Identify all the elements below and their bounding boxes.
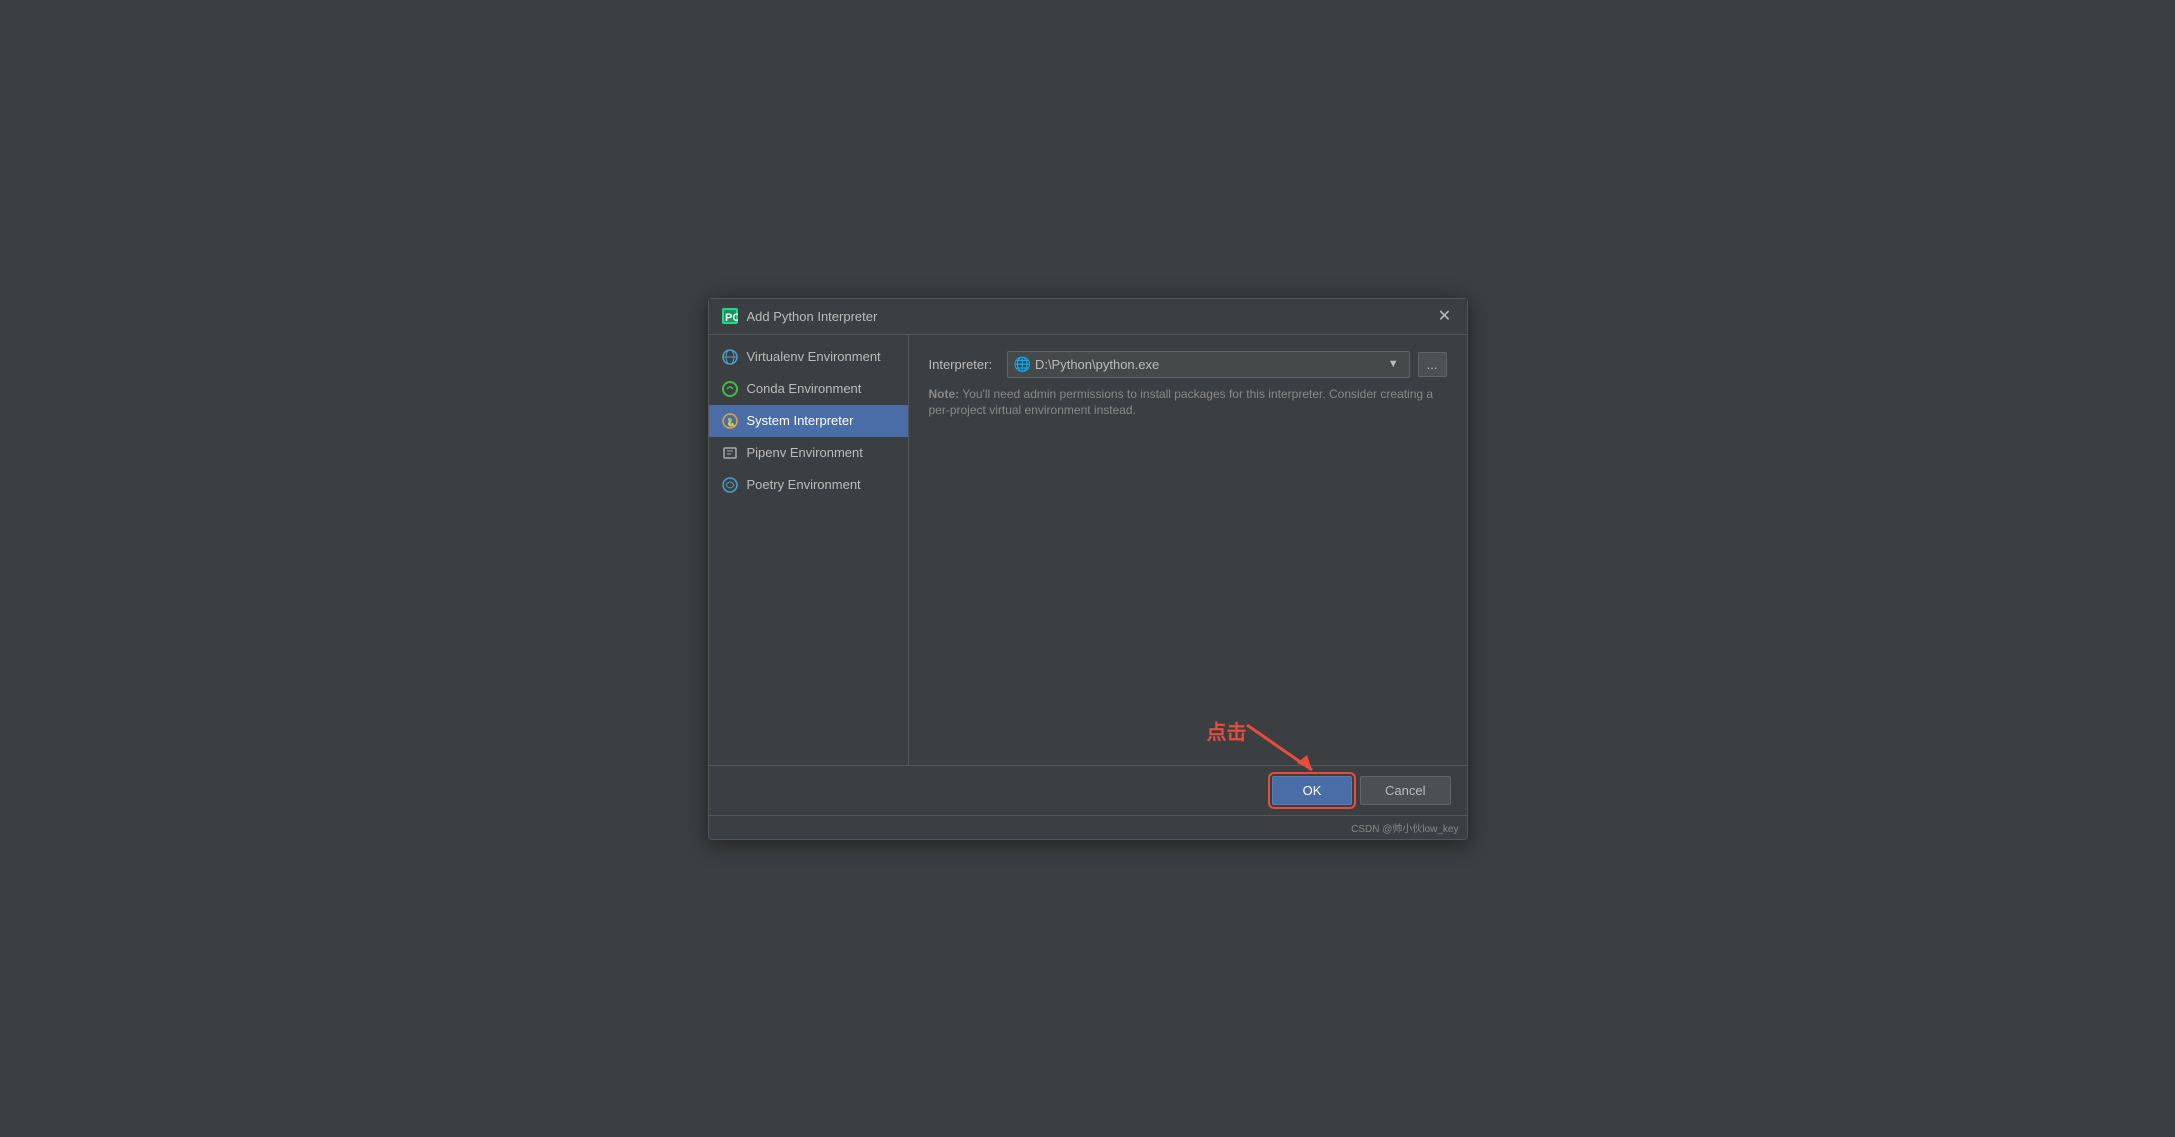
- poetry-icon: [721, 476, 739, 494]
- browse-button[interactable]: ...: [1418, 352, 1447, 377]
- watermark: CSDN @帅小伙low_key: [709, 815, 1467, 839]
- main-content: Interpreter: 🌐 ▼ ... Note: You'll need a…: [909, 335, 1467, 765]
- python-globe-icon: 🌐: [1014, 356, 1031, 373]
- note-content: You'll need admin permissions to install…: [929, 387, 1434, 418]
- note-label: Note:: [929, 387, 960, 401]
- sidebar-item-system[interactable]: 🐍 System Interpreter: [709, 405, 908, 437]
- dialog-footer: 点击 OK Cancel: [709, 765, 1467, 815]
- svg-text:PC: PC: [725, 312, 738, 324]
- add-interpreter-dialog: PC Add Python Interpreter ✕ Virtualenv E…: [708, 298, 1468, 840]
- interpreter-input-wrapper: 🌐 ▼: [1007, 351, 1410, 378]
- dialog-body: Virtualenv Environment Conda Environment: [709, 335, 1467, 765]
- interpreter-label: Interpreter:: [929, 357, 999, 372]
- conda-icon: [721, 380, 739, 398]
- sidebar-item-poetry[interactable]: Poetry Environment: [709, 469, 908, 501]
- sidebar-item-virtualenv[interactable]: Virtualenv Environment: [709, 341, 908, 373]
- conda-label: Conda Environment: [747, 381, 862, 396]
- system-label: System Interpreter: [747, 413, 854, 428]
- virtualenv-label: Virtualenv Environment: [747, 349, 881, 364]
- sidebar: Virtualenv Environment Conda Environment: [709, 335, 909, 765]
- title-bar: PC Add Python Interpreter ✕: [709, 299, 1467, 335]
- interpreter-input[interactable]: [1035, 357, 1380, 372]
- sidebar-item-conda[interactable]: Conda Environment: [709, 373, 908, 405]
- system-icon: 🐍: [721, 412, 739, 430]
- pipenv-icon: [721, 444, 739, 462]
- sidebar-item-pipenv[interactable]: Pipenv Environment: [709, 437, 908, 469]
- virtualenv-icon: [721, 348, 739, 366]
- dialog-title: Add Python Interpreter: [747, 309, 1435, 324]
- annotation-arrow: [1237, 715, 1327, 785]
- pipenv-label: Pipenv Environment: [747, 445, 863, 460]
- interpreter-row: Interpreter: 🌐 ▼ ...: [929, 351, 1447, 378]
- pycharm-icon: PC: [721, 307, 739, 325]
- svg-text:🐍: 🐍: [726, 417, 736, 427]
- note-row: Note: You'll need admin permissions to i…: [929, 386, 1447, 420]
- cancel-button[interactable]: Cancel: [1360, 776, 1450, 805]
- close-button[interactable]: ✕: [1435, 306, 1455, 326]
- interpreter-dropdown-button[interactable]: ▼: [1384, 358, 1403, 370]
- poetry-label: Poetry Environment: [747, 477, 861, 492]
